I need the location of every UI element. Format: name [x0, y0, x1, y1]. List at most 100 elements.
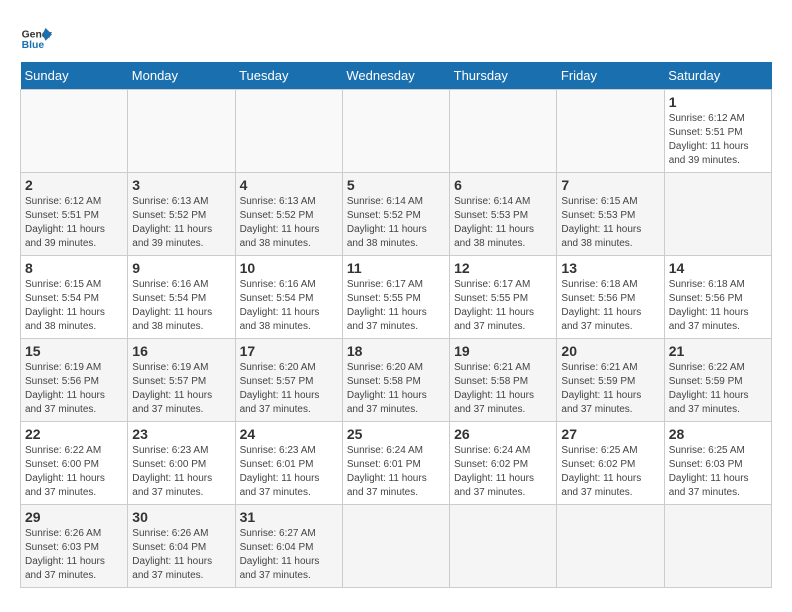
day-number: 8: [25, 260, 123, 276]
day-info: Sunrise: 6:13 AMSunset: 5:52 PMDaylight:…: [240, 196, 320, 249]
day-number: 4: [240, 177, 338, 193]
day-info: Sunrise: 6:21 AMSunset: 5:58 PMDaylight:…: [454, 362, 534, 415]
day-number: 19: [454, 343, 552, 359]
day-number: 6: [454, 177, 552, 193]
calendar-day-cell: 17 Sunrise: 6:20 AMSunset: 5:57 PMDaylig…: [235, 339, 342, 422]
day-number: 26: [454, 426, 552, 442]
calendar-day-cell: 16 Sunrise: 6:19 AMSunset: 5:57 PMDaylig…: [128, 339, 235, 422]
day-number: 13: [561, 260, 659, 276]
day-info: Sunrise: 6:15 AMSunset: 5:54 PMDaylight:…: [25, 279, 105, 332]
calendar-day-cell: [128, 90, 235, 173]
calendar-week-row: 2 Sunrise: 6:12 AMSunset: 5:51 PMDayligh…: [21, 173, 772, 256]
day-number: 7: [561, 177, 659, 193]
day-info: Sunrise: 6:22 AMSunset: 5:59 PMDaylight:…: [669, 362, 749, 415]
calendar-week-row: 8 Sunrise: 6:15 AMSunset: 5:54 PMDayligh…: [21, 256, 772, 339]
calendar-day-header: Saturday: [664, 62, 771, 90]
day-info: Sunrise: 6:14 AMSunset: 5:53 PMDaylight:…: [454, 196, 534, 249]
day-info: Sunrise: 6:22 AMSunset: 6:00 PMDaylight:…: [25, 445, 105, 498]
day-info: Sunrise: 6:17 AMSunset: 5:55 PMDaylight:…: [454, 279, 534, 332]
calendar-day-cell: 19 Sunrise: 6:21 AMSunset: 5:58 PMDaylig…: [450, 339, 557, 422]
calendar-day-cell: 21 Sunrise: 6:22 AMSunset: 5:59 PMDaylig…: [664, 339, 771, 422]
calendar-week-row: 15 Sunrise: 6:19 AMSunset: 5:56 PMDaylig…: [21, 339, 772, 422]
calendar-day-cell: [342, 505, 449, 588]
calendar-day-cell: 28 Sunrise: 6:25 AMSunset: 6:03 PMDaylig…: [664, 422, 771, 505]
calendar-day-cell: 10 Sunrise: 6:16 AMSunset: 5:54 PMDaylig…: [235, 256, 342, 339]
calendar-day-cell: 4 Sunrise: 6:13 AMSunset: 5:52 PMDayligh…: [235, 173, 342, 256]
day-number: 20: [561, 343, 659, 359]
calendar-day-cell: 20 Sunrise: 6:21 AMSunset: 5:59 PMDaylig…: [557, 339, 664, 422]
calendar-body: 1 Sunrise: 6:12 AMSunset: 5:51 PMDayligh…: [21, 90, 772, 588]
calendar-day-cell: 6 Sunrise: 6:14 AMSunset: 5:53 PMDayligh…: [450, 173, 557, 256]
day-info: Sunrise: 6:17 AMSunset: 5:55 PMDaylight:…: [347, 279, 427, 332]
day-number: 23: [132, 426, 230, 442]
calendar-day-cell: 8 Sunrise: 6:15 AMSunset: 5:54 PMDayligh…: [21, 256, 128, 339]
day-number: 27: [561, 426, 659, 442]
day-info: Sunrise: 6:26 AMSunset: 6:03 PMDaylight:…: [25, 528, 105, 581]
day-number: 22: [25, 426, 123, 442]
day-number: 15: [25, 343, 123, 359]
day-info: Sunrise: 6:16 AMSunset: 5:54 PMDaylight:…: [132, 279, 212, 332]
calendar-day-cell: 3 Sunrise: 6:13 AMSunset: 5:52 PMDayligh…: [128, 173, 235, 256]
day-info: Sunrise: 6:25 AMSunset: 6:02 PMDaylight:…: [561, 445, 641, 498]
day-info: Sunrise: 6:14 AMSunset: 5:52 PMDaylight:…: [347, 196, 427, 249]
day-number: 28: [669, 426, 767, 442]
calendar-day-cell: [557, 90, 664, 173]
day-number: 14: [669, 260, 767, 276]
day-info: Sunrise: 6:20 AMSunset: 5:57 PMDaylight:…: [240, 362, 320, 415]
day-number: 25: [347, 426, 445, 442]
day-number: 1: [669, 94, 767, 110]
calendar-day-cell: [664, 173, 771, 256]
calendar-day-cell: 26 Sunrise: 6:24 AMSunset: 6:02 PMDaylig…: [450, 422, 557, 505]
calendar-day-cell: [557, 505, 664, 588]
calendar-day-cell: 7 Sunrise: 6:15 AMSunset: 5:53 PMDayligh…: [557, 173, 664, 256]
calendar-week-row: 29 Sunrise: 6:26 AMSunset: 6:03 PMDaylig…: [21, 505, 772, 588]
calendar-day-header: Monday: [128, 62, 235, 90]
calendar-header-row: SundayMondayTuesdayWednesdayThursdayFrid…: [21, 62, 772, 90]
calendar-day-cell: 12 Sunrise: 6:17 AMSunset: 5:55 PMDaylig…: [450, 256, 557, 339]
calendar-day-cell: 18 Sunrise: 6:20 AMSunset: 5:58 PMDaylig…: [342, 339, 449, 422]
calendar-day-cell: [21, 90, 128, 173]
day-number: 31: [240, 509, 338, 525]
svg-text:Blue: Blue: [22, 40, 45, 51]
calendar-day-cell: 23 Sunrise: 6:23 AMSunset: 6:00 PMDaylig…: [128, 422, 235, 505]
calendar-day-cell: [664, 505, 771, 588]
logo-icon: General Blue: [20, 20, 52, 52]
calendar-day-cell: 1 Sunrise: 6:12 AMSunset: 5:51 PMDayligh…: [664, 90, 771, 173]
day-info: Sunrise: 6:25 AMSunset: 6:03 PMDaylight:…: [669, 445, 749, 498]
day-number: 9: [132, 260, 230, 276]
calendar-day-cell: 11 Sunrise: 6:17 AMSunset: 5:55 PMDaylig…: [342, 256, 449, 339]
day-number: 16: [132, 343, 230, 359]
day-info: Sunrise: 6:18 AMSunset: 5:56 PMDaylight:…: [561, 279, 641, 332]
calendar-day-cell: 27 Sunrise: 6:25 AMSunset: 6:02 PMDaylig…: [557, 422, 664, 505]
calendar-day-cell: 22 Sunrise: 6:22 AMSunset: 6:00 PMDaylig…: [21, 422, 128, 505]
calendar-day-cell: 15 Sunrise: 6:19 AMSunset: 5:56 PMDaylig…: [21, 339, 128, 422]
calendar-day-cell: 5 Sunrise: 6:14 AMSunset: 5:52 PMDayligh…: [342, 173, 449, 256]
day-info: Sunrise: 6:27 AMSunset: 6:04 PMDaylight:…: [240, 528, 320, 581]
page-header: General Blue: [20, 20, 772, 52]
day-info: Sunrise: 6:19 AMSunset: 5:57 PMDaylight:…: [132, 362, 212, 415]
day-info: Sunrise: 6:15 AMSunset: 5:53 PMDaylight:…: [561, 196, 641, 249]
day-info: Sunrise: 6:23 AMSunset: 6:00 PMDaylight:…: [132, 445, 212, 498]
calendar-day-header: Wednesday: [342, 62, 449, 90]
calendar-day-header: Tuesday: [235, 62, 342, 90]
calendar-day-cell: 31 Sunrise: 6:27 AMSunset: 6:04 PMDaylig…: [235, 505, 342, 588]
day-info: Sunrise: 6:18 AMSunset: 5:56 PMDaylight:…: [669, 279, 749, 332]
calendar-week-row: 22 Sunrise: 6:22 AMSunset: 6:00 PMDaylig…: [21, 422, 772, 505]
day-info: Sunrise: 6:24 AMSunset: 6:01 PMDaylight:…: [347, 445, 427, 498]
calendar-day-cell: 25 Sunrise: 6:24 AMSunset: 6:01 PMDaylig…: [342, 422, 449, 505]
day-number: 30: [132, 509, 230, 525]
logo: General Blue: [20, 20, 56, 52]
day-number: 24: [240, 426, 338, 442]
day-info: Sunrise: 6:23 AMSunset: 6:01 PMDaylight:…: [240, 445, 320, 498]
calendar-day-header: Friday: [557, 62, 664, 90]
day-info: Sunrise: 6:16 AMSunset: 5:54 PMDaylight:…: [240, 279, 320, 332]
day-number: 3: [132, 177, 230, 193]
day-number: 2: [25, 177, 123, 193]
day-info: Sunrise: 6:20 AMSunset: 5:58 PMDaylight:…: [347, 362, 427, 415]
calendar-week-row: 1 Sunrise: 6:12 AMSunset: 5:51 PMDayligh…: [21, 90, 772, 173]
day-info: Sunrise: 6:13 AMSunset: 5:52 PMDaylight:…: [132, 196, 212, 249]
day-number: 5: [347, 177, 445, 193]
calendar-day-cell: [235, 90, 342, 173]
calendar-day-cell: 2 Sunrise: 6:12 AMSunset: 5:51 PMDayligh…: [21, 173, 128, 256]
day-number: 18: [347, 343, 445, 359]
